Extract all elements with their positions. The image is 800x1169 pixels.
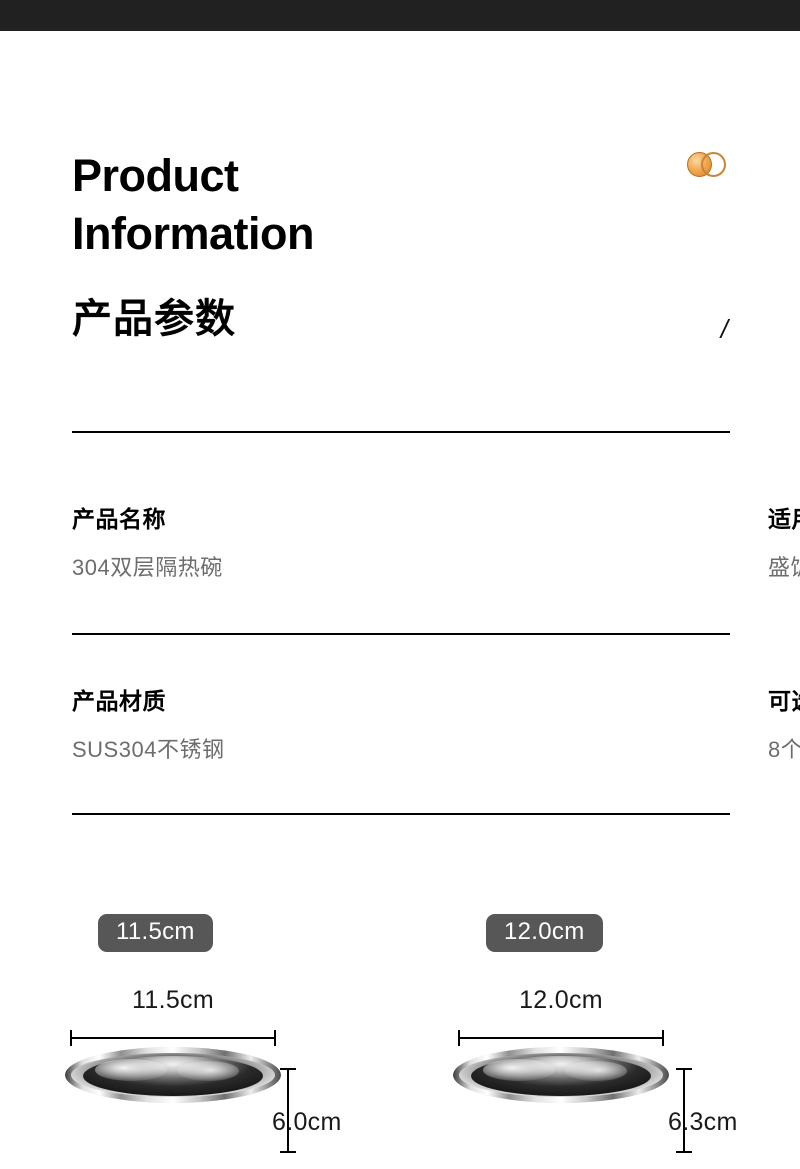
width-dimension-line bbox=[70, 1030, 276, 1046]
spec-label: 可选尺寸 bbox=[768, 688, 800, 714]
divider-top bbox=[72, 431, 730, 433]
spec-cell-product-name: 产品名称 304双层隔热碗 bbox=[0, 500, 385, 582]
spec-value: SUS304不锈钢 bbox=[72, 737, 225, 762]
size-variant-item[interactable]: 11.5cm 11.5cm 6.0cm bbox=[0, 900, 390, 1153]
spec-cell-available-sizes: 可选尺寸 8个尺寸可选 bbox=[385, 682, 800, 764]
bowl-rim-edge bbox=[65, 1047, 281, 1103]
width-dimension-label: 12.0cm bbox=[519, 986, 603, 1014]
spec-cell-usage-scope: 适用范围 盛饭、泡面、装汤等 bbox=[385, 500, 800, 582]
dimension-bar bbox=[458, 1037, 664, 1039]
height-dimension-label: 6.0cm bbox=[272, 1108, 342, 1136]
divider-middle bbox=[72, 633, 730, 635]
page-header: Product Information bbox=[0, 31, 800, 281]
spec-value: 304双层隔热碗 bbox=[72, 555, 223, 580]
dimension-bar bbox=[70, 1037, 276, 1039]
size-variants: 11.5cm 11.5cm 6.0cm 12.0cm 12.0cm 6.3cm bbox=[0, 900, 800, 1153]
width-dimension-line bbox=[458, 1030, 664, 1046]
spec-value: 盛饭、泡面、装汤等 bbox=[768, 555, 800, 580]
size-badge: 11.5cm bbox=[98, 914, 213, 952]
spec-row: 产品材质 SUS304不锈钢 可选尺寸 8个尺寸可选 bbox=[0, 682, 800, 764]
dimension-cap-right bbox=[274, 1030, 276, 1046]
spec-label: 适用范围 bbox=[768, 506, 800, 532]
product-image-bowl bbox=[65, 1047, 281, 1157]
size-variant-item[interactable]: 12.0cm 12.0cm 6.3cm bbox=[388, 900, 778, 1153]
bowl-rim-edge bbox=[453, 1047, 669, 1103]
top-bar bbox=[0, 0, 800, 31]
spec-label: 产品材质 bbox=[72, 688, 166, 714]
width-dimension-label: 11.5cm bbox=[132, 986, 214, 1014]
section-title: 产品参数 bbox=[72, 297, 236, 341]
spec-label: 产品名称 bbox=[72, 506, 166, 532]
two-overlapping-circles-icon bbox=[687, 150, 731, 180]
circle-outline-icon bbox=[701, 152, 726, 177]
dimension-cap-right bbox=[662, 1030, 664, 1046]
section-slash-decor: / bbox=[720, 314, 728, 344]
height-dimension-label: 6.3cm bbox=[668, 1108, 738, 1136]
page-title: Product Information bbox=[72, 150, 314, 259]
divider-bottom bbox=[72, 813, 730, 815]
section-header: 产品参数 / bbox=[0, 296, 800, 376]
spec-value: 8个尺寸可选 bbox=[768, 737, 800, 762]
spec-cell-material: 产品材质 SUS304不锈钢 bbox=[0, 682, 385, 764]
size-badge: 12.0cm bbox=[486, 914, 603, 952]
spec-row: 产品名称 304双层隔热碗 适用范围 盛饭、泡面、装汤等 bbox=[0, 500, 800, 582]
product-image-bowl bbox=[453, 1047, 669, 1157]
